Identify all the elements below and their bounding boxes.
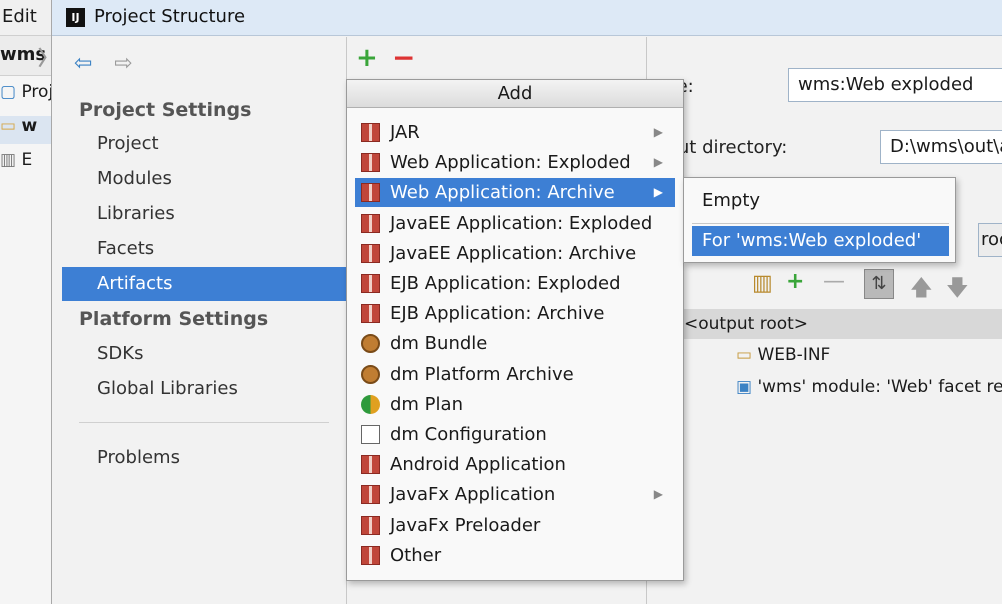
menu-header: Add bbox=[347, 80, 683, 108]
dm-bundle-icon bbox=[361, 334, 380, 354]
gift-icon bbox=[361, 243, 380, 263]
menu-item[interactable]: JAR ▶ bbox=[355, 118, 675, 147]
archive-icon[interactable]: ▥ bbox=[752, 271, 773, 296]
sort-icon[interactable]: ⇅ bbox=[864, 269, 894, 299]
gift-icon bbox=[361, 123, 380, 142]
nav-item-sdks[interactable]: SDKs bbox=[62, 337, 347, 371]
artifact-details-pane: ame: wms:Web exploded utput directory: D… bbox=[648, 37, 1002, 604]
menu-item-label: EJB Application: Archive bbox=[390, 303, 605, 325]
dm-plan-icon bbox=[361, 394, 380, 414]
submenu-arrow-icon: ▶ bbox=[653, 125, 663, 139]
add-artifact-menu: Add JAR ▶ Web Application: Exploded ▶ Web Ap… bbox=[346, 79, 684, 581]
menu-item[interactable]: dm Bundle bbox=[355, 329, 675, 358]
platform-settings-header: Platform Settings bbox=[79, 308, 269, 330]
submenu-arrow-icon: ▶ bbox=[653, 185, 663, 200]
nav-item-libraries[interactable]: Libraries bbox=[62, 197, 347, 231]
menu-item[interactable]: Web Application: Exploded ▶ bbox=[355, 148, 675, 177]
remove-artifact-button[interactable]: − bbox=[392, 41, 415, 74]
menu-item-label: dm Bundle bbox=[390, 333, 488, 355]
nav-item-problems[interactable]: Problems bbox=[62, 441, 347, 475]
gift-icon bbox=[361, 274, 380, 293]
menu-item-label: dm Platform Archive bbox=[390, 363, 574, 385]
menu-item-label: Web Application: Archive bbox=[390, 182, 615, 204]
output-directory-input[interactable]: D:\wms\out\artifac bbox=[880, 130, 1002, 164]
menu-item-label: JavaEE Application: Exploded bbox=[390, 212, 653, 234]
nav-item-project[interactable]: Project bbox=[62, 127, 347, 161]
artifact-name-input[interactable]: wms:Web exploded bbox=[788, 68, 1002, 102]
gift-icon bbox=[361, 304, 380, 324]
add-element-icon[interactable]: + bbox=[786, 269, 804, 294]
menu-item-label: EJB Application: Exploded bbox=[390, 273, 621, 294]
menu-item[interactable]: Android Application bbox=[355, 450, 675, 479]
gift-icon bbox=[361, 515, 380, 535]
dm-platform-icon bbox=[361, 364, 380, 384]
submenu-item-empty[interactable]: Empty bbox=[692, 186, 949, 216]
library-icon: ▥ bbox=[0, 150, 17, 170]
preprocessing-tab[interactable]: roce bbox=[978, 223, 1002, 257]
menu-item-label: JavaFx Application bbox=[390, 484, 556, 506]
nav-item-modules[interactable]: Modules bbox=[62, 162, 347, 196]
menu-item[interactable]: JavaEE Application: Exploded bbox=[355, 209, 675, 238]
gift-icon bbox=[361, 545, 380, 565]
menu-item[interactable]: JavaFx Preloader bbox=[355, 511, 675, 540]
folder-icon: ▭ bbox=[736, 345, 753, 365]
menu-item[interactable]: JavaFx Application ▶ bbox=[355, 480, 675, 509]
submenu-item-for-web-exploded[interactable]: For 'wms:Web exploded' bbox=[692, 226, 949, 256]
menu-item[interactable]: JavaEE Application: Archive bbox=[355, 239, 675, 268]
web-archive-submenu: Empty For 'wms:Web exploded' bbox=[683, 177, 956, 263]
add-artifact-button[interactable]: + bbox=[356, 43, 378, 73]
submenu-arrow-icon: ▶ bbox=[653, 487, 663, 502]
menu-item[interactable]: dm Configuration bbox=[355, 420, 675, 449]
output-root-node[interactable]: <output root> bbox=[648, 309, 1002, 339]
back-arrow-icon[interactable]: ⇦ bbox=[74, 51, 92, 76]
menu-item[interactable]: EJB Application: Archive bbox=[355, 299, 675, 328]
gift-icon bbox=[361, 153, 380, 173]
nav-item-artifacts[interactable]: Artifacts bbox=[62, 267, 347, 301]
menu-item-label: dm Plan bbox=[390, 393, 463, 415]
gift-icon bbox=[361, 485, 380, 505]
menu-item[interactable]: EJB Application: Exploded bbox=[355, 269, 675, 298]
intellij-logo-icon: IJ bbox=[66, 8, 85, 27]
menu-item[interactable]: Web Application: Archive ▶ bbox=[355, 178, 675, 208]
submenu-arrow-icon: ▶ bbox=[653, 155, 663, 170]
menu-item-label: JAR bbox=[390, 122, 420, 143]
facet-resources-node[interactable]: ▣ 'wms' module: 'Web' facet resour bbox=[736, 377, 1002, 397]
submenu-separator bbox=[692, 223, 949, 224]
remove-element-icon[interactable]: — bbox=[823, 269, 845, 294]
gift-icon bbox=[361, 213, 380, 233]
move-down-icon[interactable]: 🡇 bbox=[946, 271, 969, 309]
move-up-icon[interactable]: 🡅 bbox=[910, 271, 933, 309]
menu-item-label: JavaEE Application: Archive bbox=[390, 242, 637, 264]
dialog-title: Project Structure bbox=[94, 6, 246, 27]
project-settings-header: Project Settings bbox=[79, 99, 252, 121]
menu-item-label: dm Configuration bbox=[390, 424, 547, 445]
folder-icon: ▭ bbox=[0, 116, 17, 136]
menu-item-label: Web Application: Exploded bbox=[390, 152, 631, 174]
menu-item[interactable]: dm Plan bbox=[355, 390, 675, 419]
forward-arrow-icon[interactable]: ⇨ bbox=[114, 51, 132, 76]
nav-item-facets[interactable]: Facets bbox=[62, 232, 347, 266]
dialog-titlebar: IJ Project Structure bbox=[52, 0, 1002, 36]
document-icon bbox=[361, 425, 380, 444]
menu-edit[interactable]: Edit bbox=[2, 6, 37, 27]
module-icon: ▣ bbox=[736, 377, 753, 397]
menu-item-label: Other bbox=[390, 544, 442, 566]
window-icon: ▢ bbox=[0, 82, 17, 102]
gift-icon bbox=[361, 183, 380, 203]
menu-item[interactable]: Other bbox=[355, 541, 675, 570]
nav-divider bbox=[79, 422, 329, 423]
menu-item-label: Android Application bbox=[390, 454, 566, 476]
nav-item-global-libraries[interactable]: Global Libraries bbox=[62, 372, 347, 406]
settings-nav: ⇦ ⇨ Project Settings Project Modules Lib… bbox=[52, 37, 347, 604]
menu-item[interactable]: dm Platform Archive bbox=[355, 360, 675, 389]
web-inf-node[interactable]: ▭ WEB-INF bbox=[736, 345, 830, 365]
menu-item-label: JavaFx Preloader bbox=[390, 514, 541, 536]
gift-icon bbox=[361, 455, 380, 475]
